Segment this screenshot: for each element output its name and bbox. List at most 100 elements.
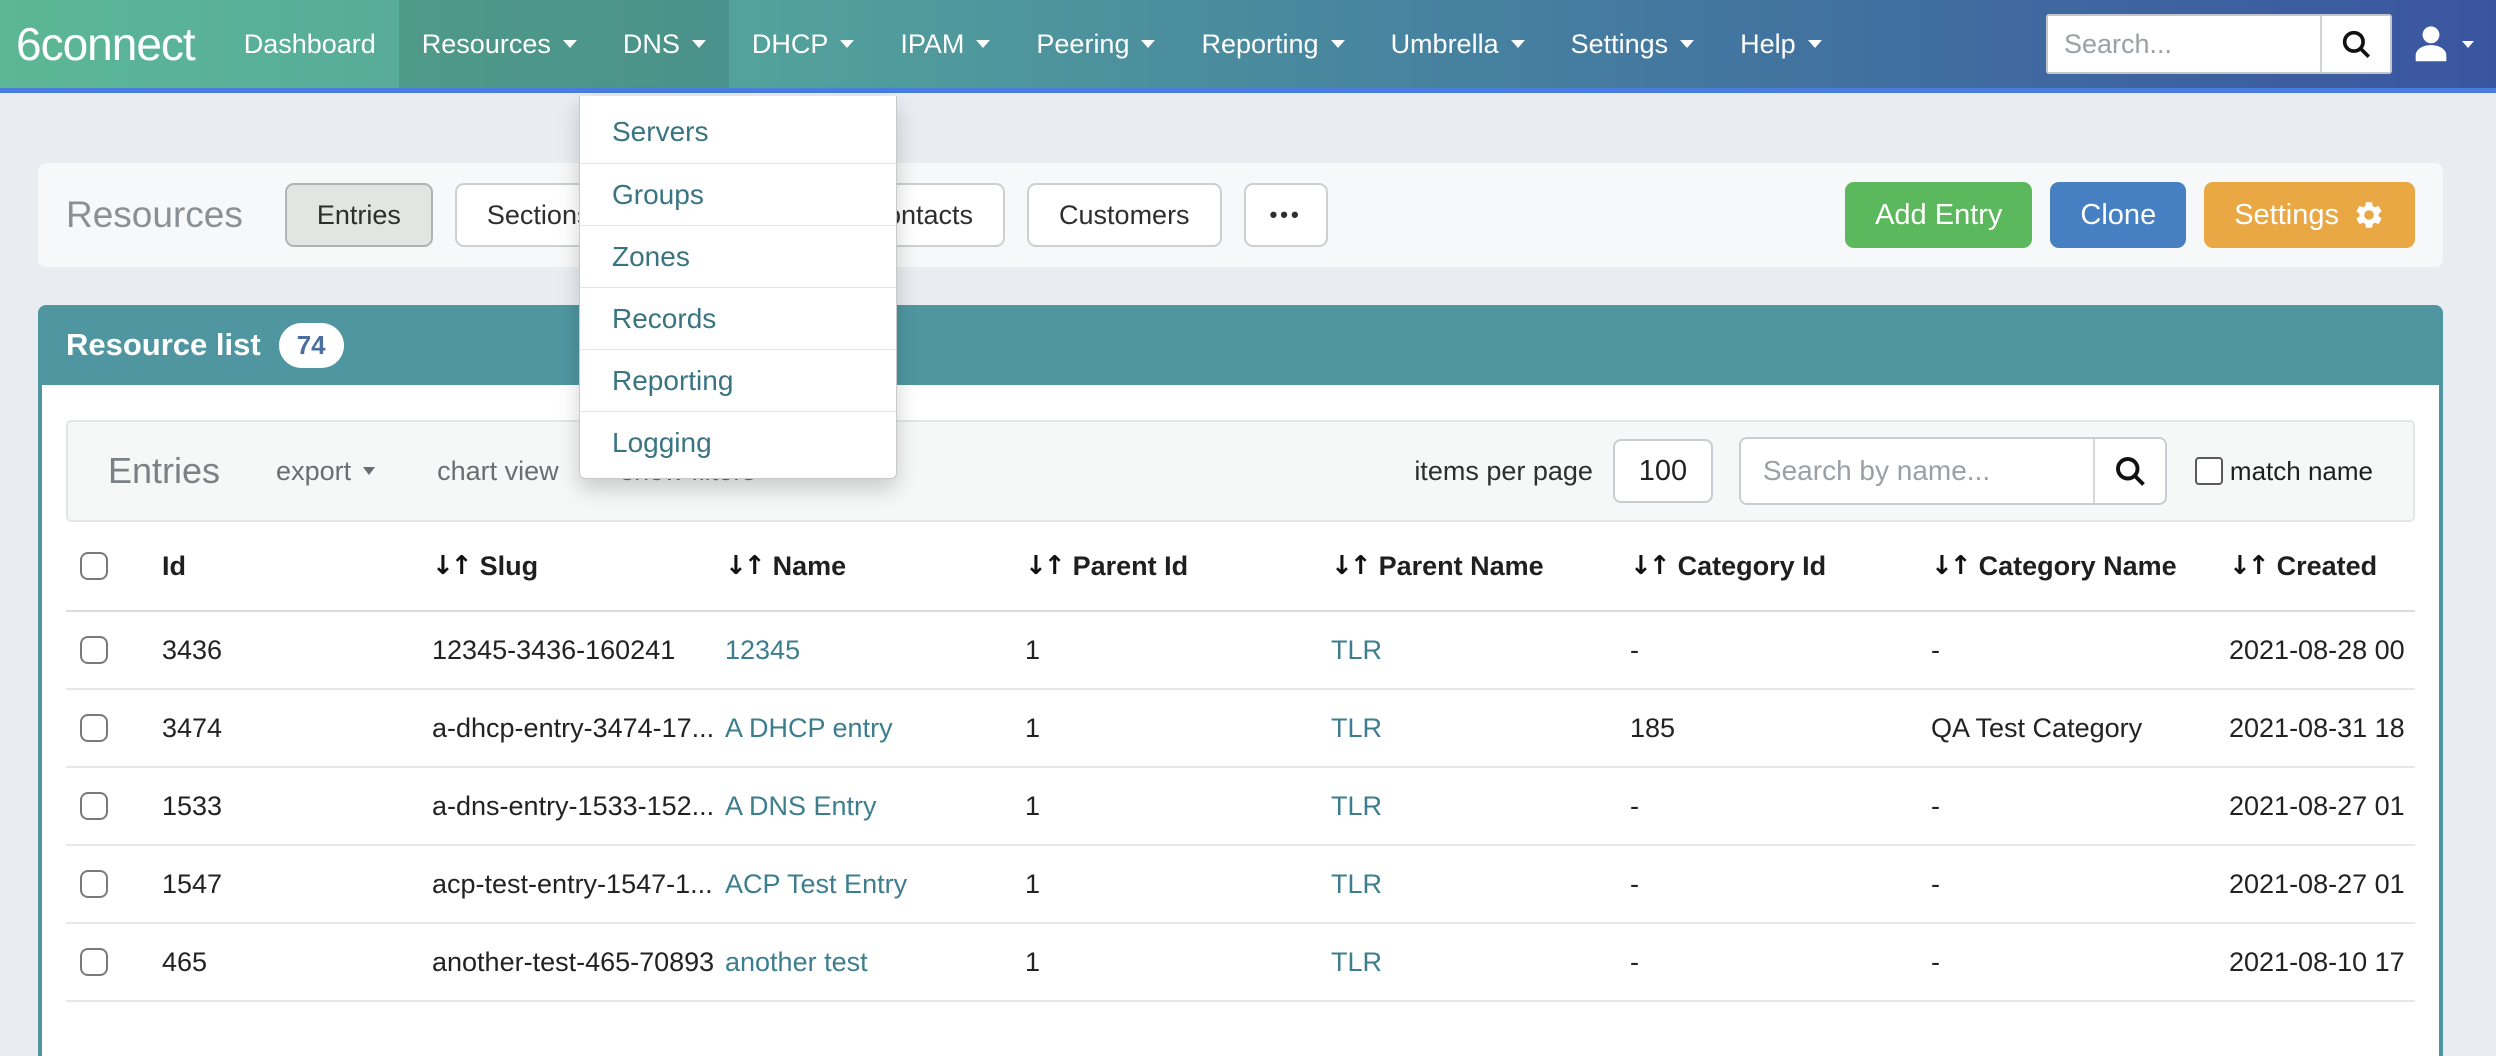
cell-slug: a-dns-entry-1533-152...	[432, 791, 725, 822]
entries-toolbar: Entries export chart view show filters +…	[66, 420, 2415, 522]
match-name-checkbox[interactable]	[2195, 457, 2223, 485]
resource-count-badge: 74	[279, 323, 344, 368]
select-all-checkbox[interactable]	[80, 552, 108, 580]
cell-category-id: -	[1630, 869, 1931, 900]
user-menu[interactable]	[2408, 21, 2474, 67]
cell-name-link[interactable]: another test	[725, 947, 1025, 978]
cell-category-name: -	[1931, 869, 2229, 900]
tab-more-ellipsis[interactable]: •••	[1244, 183, 1328, 247]
clone-button[interactable]: Clone	[2050, 182, 2186, 248]
column-header-parent-name[interactable]: ↓↑Parent Name	[1331, 522, 1630, 610]
cell-name-link[interactable]: ACP Test Entry	[725, 869, 1025, 900]
dns-menu-item-reporting[interactable]: Reporting	[580, 349, 896, 411]
name-search-input[interactable]	[1741, 439, 2093, 503]
tab-customers[interactable]: Customers	[1027, 183, 1222, 247]
column-header-category-id[interactable]: ↓↑Category Id	[1630, 522, 1931, 610]
name-search-button[interactable]	[2093, 439, 2165, 503]
nav-item-umbrella[interactable]: Umbrella	[1368, 0, 1548, 88]
chart-view-link[interactable]: chart view	[437, 456, 559, 487]
column-header-created[interactable]: ↓↑Created	[2229, 522, 2415, 610]
dns-menu-item-servers[interactable]: Servers	[580, 101, 896, 163]
dns-menu-item-logging[interactable]: Logging	[580, 411, 896, 473]
cell-category-id: -	[1630, 791, 1931, 822]
caret-down-icon	[563, 40, 577, 48]
cell-category-id: 185	[1630, 713, 1931, 744]
cell-category-name: QA Test Category	[1931, 713, 2229, 744]
cell-parent-name-link[interactable]: TLR	[1331, 635, 1630, 666]
dns-dropdown-menu: Servers Groups Zones Records Reporting L…	[579, 96, 897, 479]
row-checkbox[interactable]	[80, 948, 108, 976]
cell-name-link[interactable]: A DHCP entry	[725, 713, 1025, 744]
table-row: 1547 acp-test-entry-1547-1... ACP Test E…	[66, 846, 2415, 924]
nav-item-resources[interactable]: Resources	[399, 0, 600, 88]
cell-created: 2021-08-27 01	[2229, 869, 2415, 900]
tab-entries[interactable]: Entries	[285, 183, 433, 247]
cell-name-link[interactable]: 12345	[725, 635, 1025, 666]
dns-menu-item-groups[interactable]: Groups	[580, 163, 896, 225]
sort-icon: ↓↑	[1331, 551, 1369, 581]
entries-table: Id ↓↑Slug ↓↑Name ↓↑Parent Id ↓↑Parent Na…	[66, 522, 2415, 1002]
sort-icon: ↓↑	[2229, 551, 2267, 581]
cell-id: 1533	[162, 791, 432, 822]
cell-parent-name-link[interactable]: TLR	[1331, 713, 1630, 744]
top-navbar: 6connect Dashboard Resources DNS DHCP IP…	[0, 0, 2496, 93]
cell-parent-name-link[interactable]: TLR	[1331, 869, 1630, 900]
column-header-parent-id[interactable]: ↓↑Parent Id	[1025, 522, 1331, 610]
cell-created: 2021-08-28 00	[2229, 635, 2415, 666]
name-search	[1739, 437, 2167, 505]
export-dropdown[interactable]: export	[276, 456, 375, 487]
cell-id: 3436	[162, 635, 432, 666]
global-search-button[interactable]	[2320, 16, 2390, 72]
nav-item-settings[interactable]: Settings	[1548, 0, 1718, 88]
cell-slug: 12345-3436-160241	[432, 635, 725, 666]
cell-category-name: -	[1931, 635, 2229, 666]
caret-down-icon	[2462, 41, 2474, 48]
cell-name-link[interactable]: A DNS Entry	[725, 791, 1025, 822]
items-per-page-input[interactable]	[1613, 439, 1713, 503]
cell-slug: acp-test-entry-1547-1...	[432, 869, 725, 900]
gear-icon	[2353, 199, 2385, 231]
resource-list-header: Resource list 74	[38, 305, 2443, 385]
table-row: 3474 a-dhcp-entry-3474-17... A DHCP entr…	[66, 690, 2415, 768]
add-entry-button[interactable]: Add Entry	[1845, 182, 2032, 248]
row-checkbox[interactable]	[80, 636, 108, 664]
nav-item-dashboard[interactable]: Dashboard	[221, 0, 399, 88]
table-row: 465 another-test-465-70893 another test …	[66, 924, 2415, 1002]
global-search-input[interactable]	[2048, 16, 2320, 72]
logo[interactable]: 6connect	[0, 0, 221, 88]
cell-category-id: -	[1630, 947, 1931, 978]
row-checkbox[interactable]	[80, 714, 108, 742]
caret-down-icon	[1808, 40, 1822, 48]
nav-item-ipam[interactable]: IPAM	[877, 0, 1013, 88]
page-header: Resources Entries Sections Contacts Cust…	[38, 163, 2443, 267]
cell-created: 2021-08-27 01	[2229, 791, 2415, 822]
dns-menu-item-zones[interactable]: Zones	[580, 225, 896, 287]
row-checkbox[interactable]	[80, 792, 108, 820]
cell-created: 2021-08-10 17	[2229, 947, 2415, 978]
row-checkbox[interactable]	[80, 870, 108, 898]
settings-button[interactable]: Settings	[2204, 182, 2415, 248]
nav-item-dhcp[interactable]: DHCP	[729, 0, 878, 88]
column-header-category-name[interactable]: ↓↑Category Name	[1931, 522, 2229, 610]
caret-down-icon	[1680, 40, 1694, 48]
sort-icon: ↓↑	[1630, 551, 1668, 581]
table-row: 3436 12345-3436-160241 12345 1 TLR - - 2…	[66, 612, 2415, 690]
nav-item-peering[interactable]: Peering	[1013, 0, 1178, 88]
nav-item-reporting[interactable]: Reporting	[1178, 0, 1367, 88]
resource-list-title: Resource list	[66, 327, 261, 363]
nav-item-help[interactable]: Help	[1717, 0, 1845, 88]
cell-created: 2021-08-31 18	[2229, 713, 2415, 744]
nav-item-dns[interactable]: DNS	[600, 0, 729, 88]
cell-category-id: -	[1630, 635, 1931, 666]
match-name-control: match name	[2195, 456, 2373, 487]
toolbar-right: items per page match	[1414, 437, 2373, 505]
sort-icon: ↓↑	[1025, 551, 1063, 581]
column-header-slug[interactable]: ↓↑Slug	[432, 522, 725, 610]
cell-slug: another-test-465-70893	[432, 947, 725, 978]
cell-parent-name-link[interactable]: TLR	[1331, 791, 1630, 822]
cell-parent-name-link[interactable]: TLR	[1331, 947, 1630, 978]
column-header-id[interactable]: Id	[162, 522, 432, 610]
column-header-name[interactable]: ↓↑Name	[725, 522, 1025, 610]
table-row: 1533 a-dns-entry-1533-152... A DNS Entry…	[66, 768, 2415, 846]
dns-menu-item-records[interactable]: Records	[580, 287, 896, 349]
